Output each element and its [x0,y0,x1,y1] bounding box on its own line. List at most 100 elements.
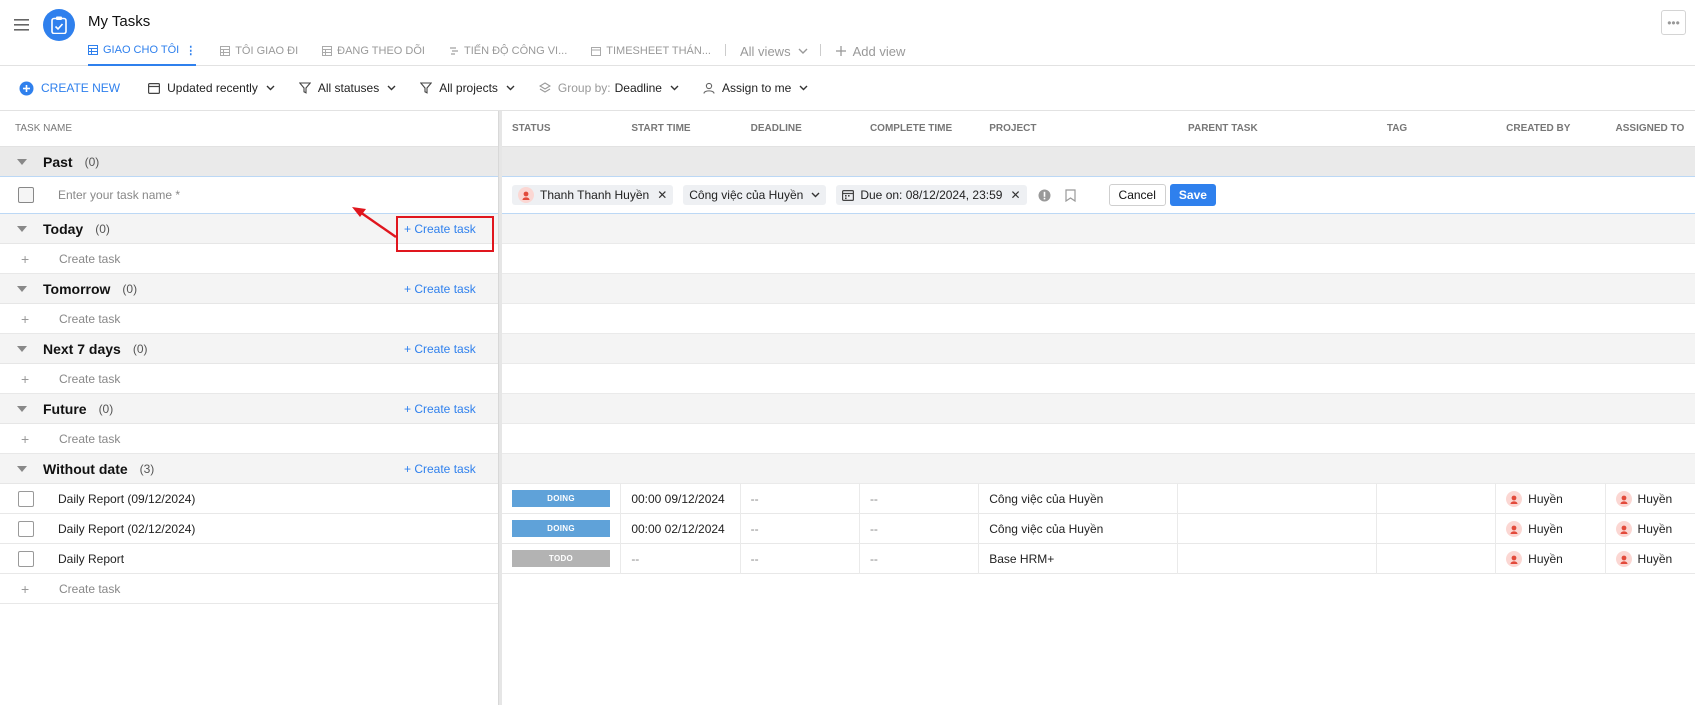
collapse-triangle-icon[interactable] [17,225,27,232]
complete-time-cell[interactable]: -- [860,513,980,544]
assigned-to-cell[interactable]: Huyền [1606,484,1695,514]
task-checkbox[interactable] [18,187,34,203]
group-create-task-link[interactable]: + Create task [404,282,476,296]
tab-dang-theo-doi[interactable]: ĐANG THEO DÕI [322,40,425,62]
parent-task-cell[interactable] [1178,513,1377,544]
deadline-cell[interactable]: -- [741,483,860,514]
collapse-triangle-icon[interactable] [17,285,27,292]
task-name-input[interactable] [58,188,358,202]
project-cell[interactable]: Công việc của Huyền [979,483,1179,514]
remove-assignee-icon[interactable]: ✕ [657,188,667,202]
task-checkbox[interactable] [18,550,34,567]
tag-cell[interactable] [1377,513,1497,544]
start-time-cell[interactable]: 00:00 09/12/2024 [621,483,741,514]
created-by-cell[interactable]: Huyền [1496,513,1606,544]
create-new-button[interactable]: CREATE NEW [19,81,120,96]
collapse-triangle-icon[interactable] [17,465,27,472]
assignee-name: Thanh Thanh Huyền [540,188,650,202]
status-cell[interactable]: TODO [502,543,622,574]
create-task-label: Create task [59,431,121,446]
create-task-row[interactable]: + Create task [0,424,498,454]
assigned-to-cell[interactable]: Huyền [1606,544,1695,574]
project-filter-dropdown[interactable]: All projects [420,81,515,95]
group-by-label: Group by: [557,81,611,95]
save-button[interactable]: Save [1169,184,1216,206]
status-cell[interactable]: DOING [502,483,622,514]
tab-toi-giao-di[interactable]: TÔI GIAO ĐI [220,40,298,62]
status-badge[interactable]: DOING [512,490,610,507]
complete-time-cell[interactable]: -- [860,483,980,514]
create-task-row[interactable]: + Create task [0,364,498,394]
group-create-task-link[interactable]: + Create task [404,342,476,356]
column-header-start-time: START TIME [631,123,691,134]
project-cell[interactable]: Base HRM+ [979,543,1179,574]
group-count: (0) [98,401,114,416]
task-checkbox[interactable] [18,490,34,507]
tab-giao-cho-toi[interactable]: GIAO CHO TÔI ⋮ [88,40,197,66]
project-select[interactable]: Công việc của Huyền [683,185,827,205]
status-badge[interactable]: TODO [512,550,610,567]
create-task-label: Create task [59,311,121,326]
remove-due-date-icon[interactable]: ✕ [1010,188,1020,202]
user-icon [703,82,715,94]
more-options-button[interactable]: ••• [1661,10,1686,35]
due-date-text: Due on: 08/12/2024, 23:59 [860,188,1003,202]
complete-time-cell[interactable]: -- [860,543,980,574]
avatar [1615,490,1632,507]
create-task-row[interactable]: + Create task [0,574,498,604]
assign-filter-dropdown[interactable]: Assign to me [703,81,808,95]
bookmark-icon[interactable] [1063,187,1079,203]
task-row[interactable]: Daily Report (02/12/2024) [0,514,498,544]
all-views-dropdown[interactable]: All views [740,40,808,62]
collapse-triangle-icon[interactable] [17,158,27,165]
sort-dropdown[interactable]: Updated recently [148,81,275,95]
group-band [502,454,1695,484]
deadline-cell[interactable]: -- [741,513,860,544]
app-header: My Tasks GIAO CHO TÔI ⋮ TÔI GIAO ĐI ĐANG… [0,0,1695,66]
due-date-chip[interactable]: Due on: 08/12/2024, 23:59 ✕ [836,185,1027,205]
hamburger-menu-icon[interactable] [14,18,32,32]
chevron-down-icon [798,48,808,54]
start-time-cell[interactable]: 00:00 02/12/2024 [621,513,741,544]
created-by-cell[interactable]: Huyền [1496,483,1606,514]
column-header-project: PROJECT [989,123,1037,134]
tab-options-icon[interactable]: ⋮ [185,44,196,57]
created-by-name: Huyền [1528,521,1563,536]
collapse-triangle-icon[interactable] [17,405,27,412]
create-task-row[interactable]: + Create task [0,304,498,334]
column-header-assigned-to: ASSIGNED TO [1615,123,1685,134]
status-cell[interactable]: DOING [502,513,622,544]
status-badge[interactable]: DOING [512,520,610,537]
cancel-button[interactable]: Cancel [1108,184,1166,206]
add-view-button[interactable]: Add view [835,40,905,62]
parent-task-cell[interactable] [1178,483,1377,514]
task-name[interactable]: Daily Report (02/12/2024) [58,522,195,536]
created-by-cell[interactable]: Huyền [1496,543,1606,574]
group-without-date: Without date (3) + Create task [0,454,498,484]
column-header-status: STATUS [512,123,551,134]
column-header-deadline: DEADLINE [750,123,802,134]
priority-icon[interactable] [1037,187,1053,203]
start-time-cell[interactable]: -- [621,543,741,574]
group-name: Future [43,400,87,417]
deadline-cell[interactable]: -- [741,543,860,574]
assignee-chip[interactable]: Thanh Thanh Huyền ✕ [512,185,674,205]
tag-cell[interactable] [1377,543,1497,574]
task-checkbox[interactable] [18,520,34,537]
task-row[interactable]: Daily Report (09/12/2024) [0,484,498,514]
task-name[interactable]: Daily Report (09/12/2024) [58,492,195,506]
group-by-dropdown[interactable]: Group by: Deadline [538,81,679,95]
group-create-task-link[interactable]: + Create task [404,402,476,416]
tag-cell[interactable] [1377,483,1497,514]
group-create-task-link[interactable]: + Create task [404,462,476,476]
parent-task-cell[interactable] [1178,543,1377,574]
assigned-to-cell[interactable]: Huyền [1606,514,1695,544]
tab-tien-do-cong-viec[interactable]: TIẾN ĐỘ CÔNG VI... [449,40,567,62]
tab-timesheet[interactable]: TIMESHEET THÁN... [591,40,711,62]
project-cell[interactable]: Công việc của Huyền [979,513,1179,544]
collapse-triangle-icon[interactable] [17,345,27,352]
task-name[interactable]: Daily Report [58,552,124,566]
status-filter-dropdown[interactable]: All statuses [298,81,396,95]
app-logo-icon [43,9,75,41]
task-row[interactable]: Daily Report [0,544,498,574]
